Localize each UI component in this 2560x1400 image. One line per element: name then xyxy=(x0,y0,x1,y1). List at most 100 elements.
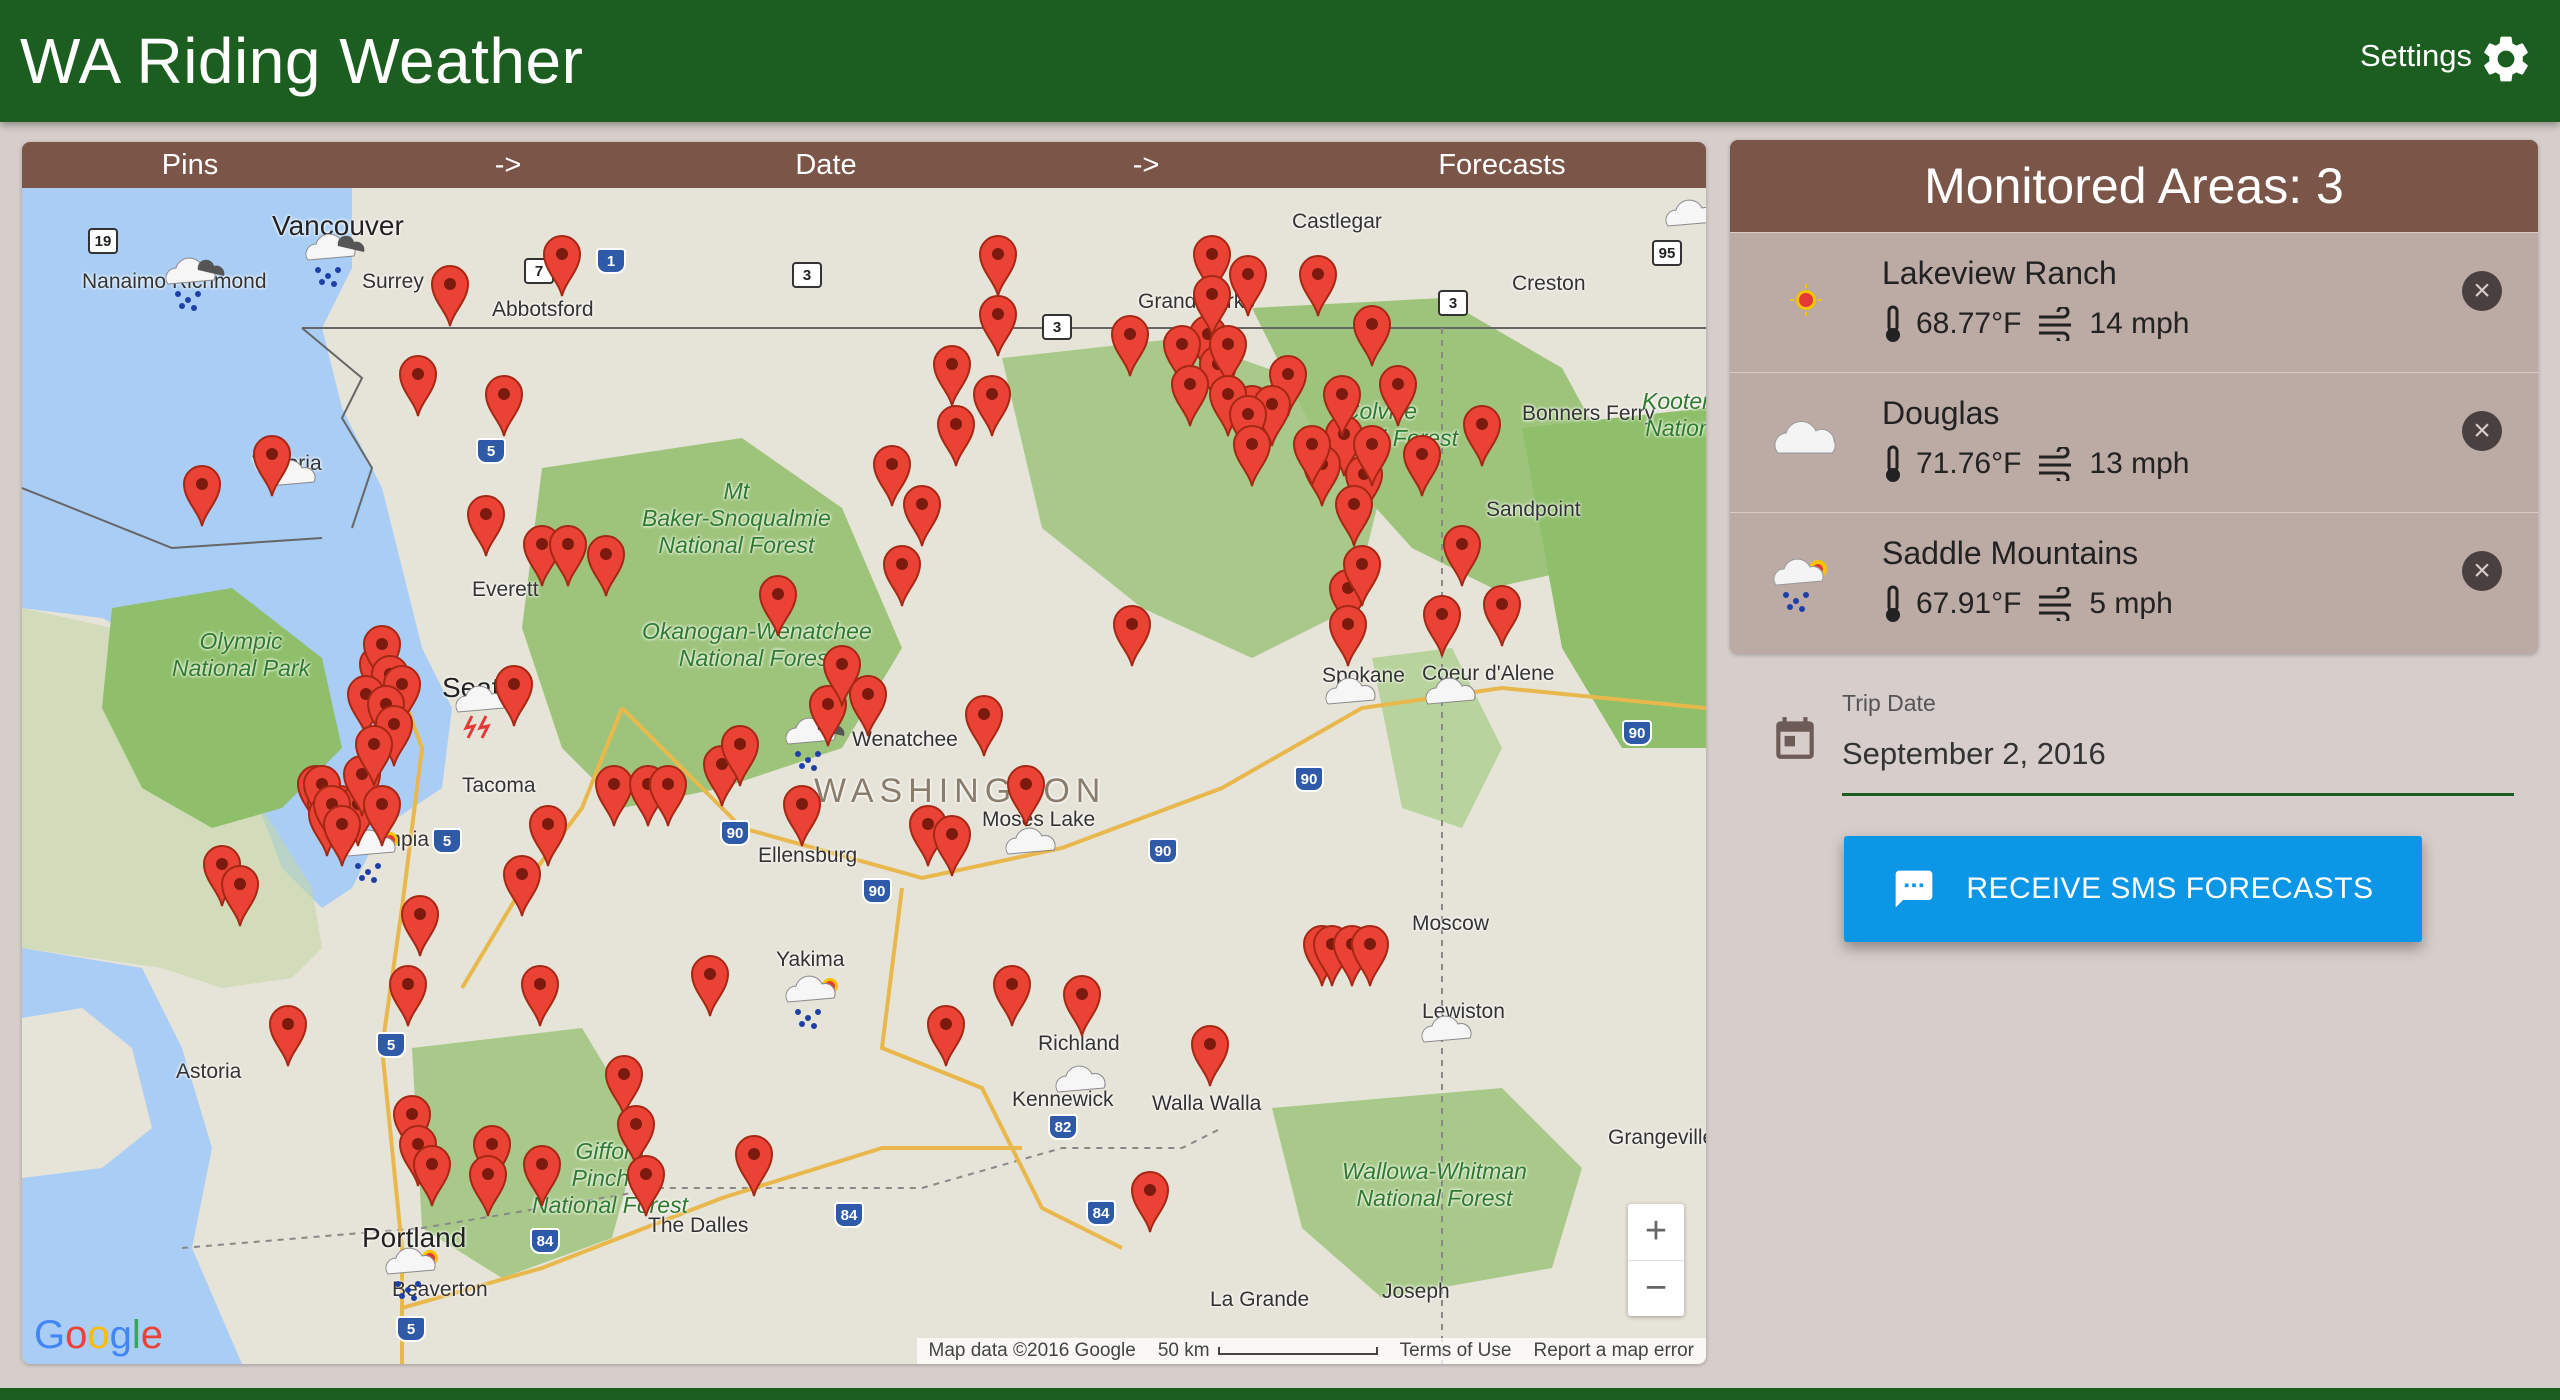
step-pins: Pins xyxy=(161,149,219,181)
map-pin-icon[interactable] xyxy=(881,542,923,608)
zoom-out-button[interactable]: − xyxy=(1628,1261,1684,1317)
map-pin-icon[interactable] xyxy=(925,1002,967,1068)
google-logo[interactable]: Google xyxy=(34,1313,163,1358)
map-pin-icon[interactable] xyxy=(647,762,689,828)
map-pin-icon[interactable] xyxy=(1109,312,1151,378)
remove-area-button[interactable]: × xyxy=(2462,411,2502,451)
map-pin-icon[interactable] xyxy=(1461,402,1503,468)
map-pin-icon[interactable] xyxy=(1321,372,1363,438)
trip-date-field[interactable]: Trip Date September 2, 2016 xyxy=(1770,690,2514,810)
map-pin-icon[interactable] xyxy=(321,802,363,868)
area-wind: 13 mph xyxy=(2089,447,2190,480)
map-pin-icon[interactable] xyxy=(1227,252,1269,318)
map-pin-icon[interactable] xyxy=(181,462,223,528)
google-logo-letter: o xyxy=(87,1313,110,1357)
trip-date-input[interactable]: September 2, 2016 xyxy=(1842,728,2514,796)
map-pin-icon[interactable] xyxy=(1231,422,1273,488)
google-logo-letter: G xyxy=(34,1313,66,1357)
map-pin-icon[interactable] xyxy=(1333,482,1375,548)
map-pin-icon[interactable] xyxy=(361,782,403,848)
map-pin-icon[interactable] xyxy=(733,1132,775,1198)
map-pin-icon[interactable] xyxy=(1189,1022,1231,1088)
map-pin-icon[interactable] xyxy=(1191,272,1233,338)
app-title: WA Riding Weather xyxy=(20,25,584,97)
area-name: Lakeview Ranch xyxy=(1882,255,2117,291)
map-pin-icon[interactable] xyxy=(1129,1168,1171,1234)
map-pin-icon[interactable] xyxy=(585,532,627,598)
map-pin-icon[interactable] xyxy=(219,862,261,928)
map-pin-icon[interactable] xyxy=(977,232,1019,298)
map-label-park-baker: Mt Baker-Snoqualmie National Forest xyxy=(642,478,831,558)
cloud-icon xyxy=(1665,199,1706,227)
terms-link[interactable]: Terms of Use xyxy=(1400,1340,1512,1362)
map-pin-icon[interactable] xyxy=(1377,362,1419,428)
map-pin-icon[interactable] xyxy=(1341,542,1383,608)
app-bar: WA Riding Weather Settings xyxy=(0,0,2560,122)
map-pin-icon[interactable] xyxy=(397,352,439,418)
map-pin-icon[interactable] xyxy=(467,1152,509,1218)
map-pin-icon[interactable] xyxy=(625,1152,667,1218)
map-pin-icon[interactable] xyxy=(519,962,561,1028)
remove-area-button[interactable]: × xyxy=(2462,271,2502,311)
map-pin-icon[interactable] xyxy=(399,892,441,958)
receive-sms-forecasts-button[interactable]: RECEIVE SMS FORECASTS xyxy=(1844,836,2422,942)
map-pin-icon[interactable] xyxy=(267,1002,309,1068)
map-pin-icon[interactable] xyxy=(353,722,395,788)
map-pin-icon[interactable] xyxy=(1111,602,1153,668)
map-pin-icon[interactable] xyxy=(411,1142,453,1208)
map-pin-icon[interactable] xyxy=(483,372,525,438)
map-pin-icon[interactable] xyxy=(931,812,973,878)
map-pin-icon[interactable] xyxy=(689,952,731,1018)
map-pin-icon[interactable] xyxy=(429,262,471,328)
map-pin-icon[interactable] xyxy=(251,432,293,498)
map-pin-icon[interactable] xyxy=(1169,362,1211,428)
map-pin-icon[interactable] xyxy=(1061,972,1103,1038)
settings-button[interactable]: Settings xyxy=(2360,38,2472,74)
gear-icon[interactable] xyxy=(2478,31,2534,87)
map-pin-icon[interactable] xyxy=(847,672,889,738)
remove-area-button[interactable]: × xyxy=(2462,551,2502,591)
map-pin-icon[interactable] xyxy=(493,662,535,728)
map-pin-icon[interactable] xyxy=(991,962,1033,1028)
map-pin-icon[interactable] xyxy=(977,292,1019,358)
map-pin-icon[interactable] xyxy=(547,522,589,588)
map-pin-icon[interactable] xyxy=(1349,922,1391,988)
map-pin-icon[interactable] xyxy=(1481,582,1523,648)
map-pin-icon[interactable] xyxy=(1327,602,1369,668)
map-pin-icon[interactable] xyxy=(1441,522,1483,588)
google-logo-letter: l xyxy=(131,1313,141,1357)
area-item: Douglas 71.76°F 13 mph × xyxy=(1730,372,2538,512)
area-temperature: 67.91°F xyxy=(1916,587,2022,620)
map-pin-icon[interactable] xyxy=(719,722,761,788)
map-scale[interactable]: 50 km xyxy=(1158,1340,1378,1362)
map-pin-icon[interactable] xyxy=(1297,252,1339,318)
map-pin-icon[interactable] xyxy=(1351,302,1393,368)
map-pin-icon[interactable] xyxy=(931,342,973,408)
map-canvas[interactable]: Vancouver Nanaimo Richmond Surrey Abbotsford… xyxy=(22,188,1706,1364)
map-pin-icon[interactable] xyxy=(901,482,943,548)
map-pin-icon[interactable] xyxy=(1005,762,1047,828)
map-label-tacoma: Tacoma xyxy=(462,774,536,797)
map-pin-icon[interactable] xyxy=(541,232,583,298)
highway-shield: 19 xyxy=(88,228,118,254)
report-map-error-link[interactable]: Report a map error xyxy=(1533,1340,1694,1362)
map-pin-icon[interactable] xyxy=(387,962,429,1028)
map-pin-icon[interactable] xyxy=(465,492,507,558)
calendar-icon[interactable] xyxy=(1770,710,1820,766)
map-pin-icon[interactable] xyxy=(963,692,1005,758)
zoom-in-button[interactable]: + xyxy=(1628,1204,1684,1261)
map-label-washington: WASHINGTON xyxy=(814,772,1107,810)
map-pin-icon[interactable] xyxy=(1401,432,1443,498)
wind-icon xyxy=(2039,587,2072,621)
area-item: Lakeview Ranch 68.77°F 14 mph × xyxy=(1730,232,2538,372)
map-scale-bar xyxy=(1217,1347,1378,1355)
map-pin-icon[interactable] xyxy=(521,1142,563,1208)
map-pin-icon[interactable] xyxy=(971,372,1013,438)
map-pin-icon[interactable] xyxy=(501,852,543,918)
map-label-creston: Creston xyxy=(1512,272,1586,295)
map-label-abbotsford: Abbotsford xyxy=(492,298,594,321)
map-pin-icon[interactable] xyxy=(781,782,823,848)
map-pin-icon[interactable] xyxy=(757,572,799,638)
map-pin-icon[interactable] xyxy=(935,402,977,468)
map-pin-icon[interactable] xyxy=(1421,592,1463,658)
